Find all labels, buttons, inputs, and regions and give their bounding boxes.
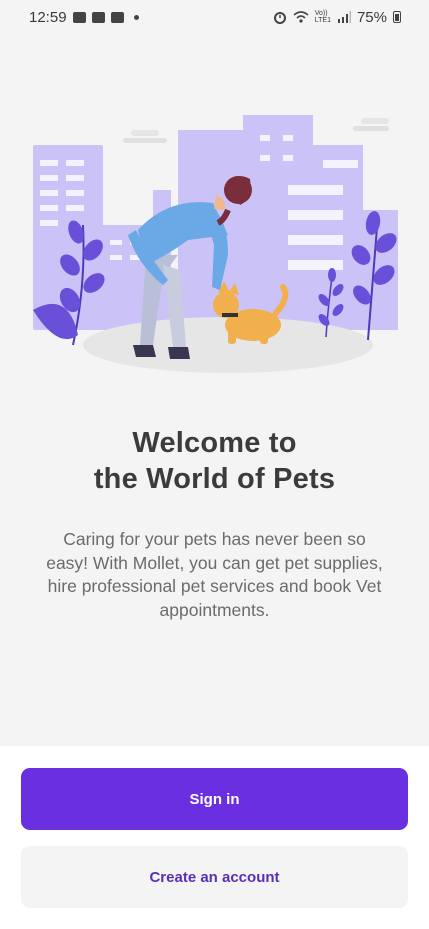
welcome-title: Welcome to the World of Pets [0, 425, 429, 497]
notification-icon [110, 11, 124, 23]
clock: 12:59 [29, 8, 67, 26]
status-left: 12:59 [29, 9, 139, 26]
mail-icon [72, 11, 86, 23]
image-icon [91, 11, 105, 23]
battery-icon [393, 11, 401, 23]
sign-in-button[interactable]: Sign in [21, 768, 408, 830]
status-bar: 12:59 Vo)) LTE1 75% [0, 0, 429, 34]
welcome-title-line2: the World of Pets [93, 463, 336, 495]
welcome-description: Caring for your pets has never been so e… [46, 529, 383, 620]
status-right: Vo)) LTE1 75% [273, 9, 401, 26]
battery-percent: 75% [356, 8, 387, 26]
create-account-button[interactable]: Create an account [21, 846, 408, 908]
volte-icon: Vo)) LTE1 [314, 10, 331, 24]
wifi-icon [293, 11, 309, 23]
signal-icon [337, 11, 351, 23]
hero-illustration [33, 115, 398, 373]
alarm-icon [273, 12, 286, 24]
dot-icon [133, 14, 139, 20]
welcome-title-line1: Welcome to [132, 427, 297, 459]
